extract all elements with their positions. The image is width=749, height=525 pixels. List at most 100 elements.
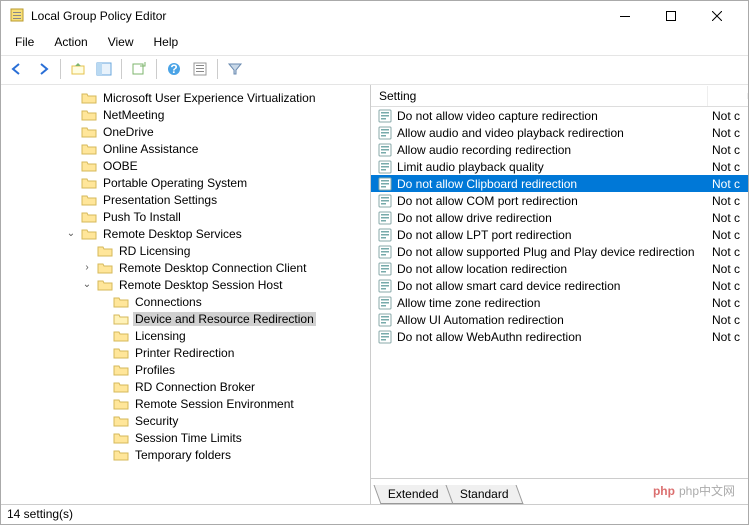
setting-row[interactable]: Allow audio recording redirectionNot c: [371, 141, 748, 158]
tree-pane[interactable]: Microsoft User Experience Virtualization…: [1, 85, 371, 504]
tree-item[interactable]: Security: [1, 412, 370, 429]
collapse-icon[interactable]: ⌄: [65, 228, 77, 239]
help-button[interactable]: ?: [162, 58, 186, 80]
column-state[interactable]: [708, 93, 748, 99]
minimize-button[interactable]: [602, 1, 648, 31]
tree-item[interactable]: Remote Session Environment: [1, 395, 370, 412]
setting-label: Do not allow location redirection: [397, 262, 708, 276]
back-button[interactable]: [5, 58, 29, 80]
tab-standard[interactable]: Standard: [445, 485, 523, 504]
setting-row[interactable]: Allow audio and video playback redirecti…: [371, 124, 748, 141]
tree-item[interactable]: Microsoft User Experience Virtualization: [1, 89, 370, 106]
policy-icon: [377, 211, 393, 225]
tree-item-label: NetMeeting: [101, 108, 166, 122]
tree-item[interactable]: ⌄Remote Desktop Session Host: [1, 276, 370, 293]
folder-icon: [97, 244, 113, 258]
up-button[interactable]: [66, 58, 90, 80]
tree-item[interactable]: Temporary folders: [1, 446, 370, 463]
tree-item[interactable]: Online Assistance: [1, 140, 370, 157]
collapse-icon[interactable]: ⌄: [81, 279, 93, 290]
tree-item[interactable]: Device and Resource Redirection: [1, 310, 370, 327]
setting-label: Do not allow smart card device redirecti…: [397, 279, 708, 293]
tree-item-label: OneDrive: [101, 125, 156, 139]
properties-button[interactable]: [188, 58, 212, 80]
setting-label: Allow audio recording redirection: [397, 143, 708, 157]
toolbar: ?: [1, 55, 748, 85]
show-hide-tree-button[interactable]: [92, 58, 116, 80]
menu-view[interactable]: View: [100, 33, 142, 51]
setting-label: Do not allow COM port redirection: [397, 194, 708, 208]
setting-row[interactable]: Do not allow LPT port redirectionNot c: [371, 226, 748, 243]
tree-item[interactable]: Profiles: [1, 361, 370, 378]
policy-icon: [377, 296, 393, 310]
window-controls: [602, 1, 740, 31]
tree-item[interactable]: OOBE: [1, 157, 370, 174]
folder-icon: [113, 414, 129, 428]
tree-item-label: RD Connection Broker: [133, 380, 257, 394]
tree-item[interactable]: RD Licensing: [1, 242, 370, 259]
tree-item-label: Microsoft User Experience Virtualization: [101, 91, 318, 105]
titlebar: Local Group Policy Editor: [1, 1, 748, 31]
menu-action[interactable]: Action: [46, 33, 95, 51]
setting-row[interactable]: Allow time zone redirectionNot c: [371, 294, 748, 311]
tree-item-label: Remote Session Environment: [133, 397, 296, 411]
tree-item-label: Profiles: [133, 363, 177, 377]
tab-extended[interactable]: Extended: [374, 485, 454, 504]
menu-file[interactable]: File: [7, 33, 42, 51]
separator: [60, 59, 61, 79]
setting-row[interactable]: Do not allow Clipboard redirectionNot c: [371, 175, 748, 192]
setting-row[interactable]: Do not allow smart card device redirecti…: [371, 277, 748, 294]
settings-list[interactable]: Do not allow video capture redirectionNo…: [371, 107, 748, 478]
tree-item[interactable]: ⌄Remote Desktop Services: [1, 225, 370, 242]
tree-item[interactable]: OneDrive: [1, 123, 370, 140]
setting-row[interactable]: Do not allow drive redirectionNot c: [371, 209, 748, 226]
folder-icon: [113, 346, 129, 360]
setting-label: Do not allow Clipboard redirection: [397, 177, 708, 191]
tree-item[interactable]: Licensing: [1, 327, 370, 344]
folder-icon: [113, 431, 129, 445]
column-setting[interactable]: Setting: [371, 86, 708, 106]
tree-item[interactable]: Session Time Limits: [1, 429, 370, 446]
tree-item[interactable]: ›Remote Desktop Connection Client: [1, 259, 370, 276]
setting-row[interactable]: Do not allow location redirectionNot c: [371, 260, 748, 277]
filter-button[interactable]: [223, 58, 247, 80]
tree-item[interactable]: Portable Operating System: [1, 174, 370, 191]
tree-item-label: Push To Install: [101, 210, 183, 224]
tree-item[interactable]: Connections: [1, 293, 370, 310]
tree-item[interactable]: Printer Redirection: [1, 344, 370, 361]
menubar: File Action View Help: [1, 31, 748, 55]
tree-item[interactable]: Push To Install: [1, 208, 370, 225]
export-button[interactable]: [127, 58, 151, 80]
tree-item[interactable]: RD Connection Broker: [1, 378, 370, 395]
setting-row[interactable]: Do not allow video capture redirectionNo…: [371, 107, 748, 124]
menu-help[interactable]: Help: [146, 33, 187, 51]
setting-state: Not c: [708, 211, 748, 225]
tree-item[interactable]: Presentation Settings: [1, 191, 370, 208]
tree-item[interactable]: NetMeeting: [1, 106, 370, 123]
policy-icon: [377, 160, 393, 174]
setting-row[interactable]: Do not allow WebAuthn redirectionNot c: [371, 328, 748, 345]
setting-state: Not c: [708, 245, 748, 259]
svg-text:?: ?: [170, 62, 177, 76]
setting-row[interactable]: Limit audio playback qualityNot c: [371, 158, 748, 175]
tree-item-label: Licensing: [133, 329, 188, 343]
setting-state: Not c: [708, 279, 748, 293]
folder-icon: [97, 278, 113, 292]
setting-state: Not c: [708, 194, 748, 208]
expand-icon[interactable]: ›: [81, 262, 93, 273]
tree-item-label: RD Licensing: [117, 244, 192, 258]
close-button[interactable]: [694, 1, 740, 31]
tree-item-label: Presentation Settings: [101, 193, 219, 207]
setting-row[interactable]: Allow UI Automation redirectionNot c: [371, 311, 748, 328]
setting-state: Not c: [708, 109, 748, 123]
forward-button[interactable]: [31, 58, 55, 80]
policy-icon: [377, 279, 393, 293]
app-icon: [9, 7, 25, 26]
policy-icon: [377, 143, 393, 157]
setting-label: Do not allow LPT port redirection: [397, 228, 708, 242]
setting-row[interactable]: Do not allow supported Plug and Play dev…: [371, 243, 748, 260]
maximize-button[interactable]: [648, 1, 694, 31]
setting-state: Not c: [708, 228, 748, 242]
setting-row[interactable]: Do not allow COM port redirectionNot c: [371, 192, 748, 209]
folder-icon: [81, 159, 97, 173]
